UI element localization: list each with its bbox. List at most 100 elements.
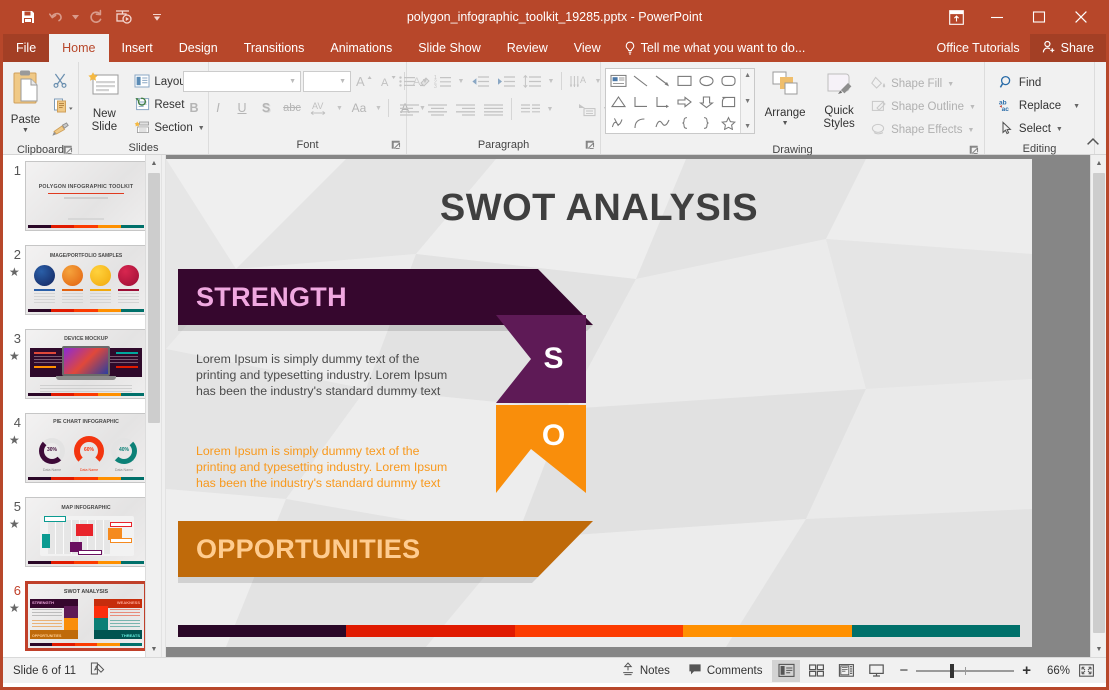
notes-button[interactable]: Notes [613,660,678,682]
decrease-indent-button[interactable] [468,70,492,92]
shape-textbox-icon[interactable] [607,70,629,91]
shapes-scroll-up-icon[interactable]: ▲ [744,71,751,80]
thumbnail-slide-4[interactable]: 4 ★ PIE CHART INFOGRAPHIC 30% 60% 40% Da… [3,407,161,491]
font-dialog-launcher-icon[interactable] [391,139,402,150]
minimize-icon[interactable] [976,2,1018,32]
text-direction-button[interactable]: A [567,70,591,92]
ribbon-display-options-icon[interactable] [936,2,976,32]
select-dropdown-icon[interactable]: ▼ [1056,126,1063,133]
tab-home[interactable]: Home [49,34,108,62]
shape-down-arrow-icon[interactable] [695,91,717,112]
zoom-knob[interactable] [950,664,954,678]
shape-oval-icon[interactable] [695,70,717,91]
thumbnail-slide-3[interactable]: 3 ★ DEVICE MOCKUP [3,323,161,407]
collapse-ribbon-button[interactable] [1086,134,1100,152]
line-spacing-dropdown-icon[interactable]: ▼ [546,70,556,92]
paste-dropdown-icon[interactable]: ▼ [22,127,29,135]
thumbnail-scroll-down-icon[interactable]: ▼ [146,641,161,657]
slide-area-scrollbar[interactable]: ▲ ▼ [1090,155,1106,657]
paragraph-dialog-launcher-icon[interactable] [585,139,596,150]
align-right-button[interactable] [452,98,478,120]
tab-review[interactable]: Review [494,34,561,62]
slide-scroll-down-icon[interactable]: ▼ [1091,641,1106,657]
shape-fill-button[interactable]: Shape Fill ▼ [867,73,980,95]
shape-line-icon[interactable] [629,70,651,91]
shape-outline-button[interactable]: Shape Outline ▼ [867,96,980,118]
font-name-dropdown-icon[interactable]: ▼ [289,78,298,85]
increase-font-size-button[interactable]: A [353,70,375,92]
shape-left-brace-icon[interactable] [673,112,695,133]
share-button[interactable]: Share [1030,34,1106,62]
bullets-button[interactable] [396,70,418,92]
account-name[interactable]: Office Tutorials [927,34,1030,62]
tab-view[interactable]: View [561,34,614,62]
line-spacing-button[interactable] [520,70,544,92]
thumbnail-scrollbar[interactable]: ▲ ▼ [145,155,161,657]
comments-button[interactable]: Comments [680,660,771,682]
font-size-input[interactable]: ▼ [303,71,351,92]
strikethrough-button[interactable]: abc [279,97,305,119]
tab-transitions[interactable]: Transitions [231,34,318,62]
align-left-button[interactable] [396,98,422,120]
reading-view-button[interactable] [832,660,860,682]
tell-me-search[interactable]: Tell me what you want to do... [614,34,816,62]
shape-elbow-arrow-icon[interactable] [651,91,673,112]
opportunities-body-text[interactable]: Lorem Ipsum is simply dummy text of the … [196,443,452,491]
select-button[interactable]: Select ▼ [995,118,1084,140]
shape-right-brace-icon[interactable] [695,112,717,133]
shape-star-icon[interactable] [717,112,739,133]
thumbnail-slide-5[interactable]: 5 ★ MAP INFOGRAPHIC [3,491,161,575]
shape-triangle-icon[interactable] [607,91,629,112]
zoom-out-button[interactable]: − [896,662,911,679]
tab-insert[interactable]: Insert [109,34,166,62]
current-slide[interactable]: SWOT ANALYSIS STRENGTH [166,159,1032,647]
shape-arrow-icon[interactable] [651,70,673,91]
replace-dropdown-icon[interactable]: ▼ [1073,103,1080,110]
font-name-input[interactable]: ▼ [183,71,301,92]
normal-view-button[interactable] [772,660,800,682]
font-size-dropdown-icon[interactable]: ▼ [339,78,348,85]
numbering-dropdown-icon[interactable]: ▼ [456,70,466,92]
clipboard-dialog-launcher-icon[interactable] [63,144,74,155]
change-case-button[interactable]: Aa [346,97,372,119]
tab-slide-show[interactable]: Slide Show [405,34,494,62]
shape-rounded-rectangle-icon[interactable] [717,70,739,91]
zoom-level[interactable]: 66% [1040,665,1070,677]
thumbnail-slide-1[interactable]: 1 POLYGON INFOGRAPHIC TOOLKIT [3,155,161,239]
change-case-dropdown-icon[interactable]: ▼ [374,97,383,119]
character-spacing-dropdown-icon[interactable]: ▼ [335,97,344,119]
shapes-gallery-scrollbar[interactable]: ▲ ▼ ▼ [740,69,754,133]
shape-arc-icon[interactable] [629,112,651,133]
underline-button[interactable]: U [231,97,253,119]
notes-page-icon[interactable] [90,661,108,680]
shape-effects-button[interactable]: Shape Effects ▼ [867,119,980,141]
columns-button[interactable] [517,98,543,120]
close-icon[interactable] [1060,2,1102,32]
zoom-track[interactable] [916,670,1014,672]
shape-right-arrow-icon[interactable] [673,91,695,112]
slide-show-button[interactable] [862,660,890,682]
thumbnail-slide-2[interactable]: 2 ★ IMAGE/PORTFOLIO SAMPLES [3,239,161,323]
shape-effects-dropdown-icon[interactable]: ▼ [968,127,975,134]
cut-button[interactable] [49,69,71,91]
zoom-slider[interactable]: − + [892,662,1038,679]
find-button[interactable]: Find [995,72,1084,94]
fit-to-window-button[interactable] [1072,660,1100,682]
slide-title[interactable]: SWOT ANALYSIS [166,187,1032,230]
bold-button[interactable]: B [183,97,205,119]
italic-button[interactable]: I [207,97,229,119]
strength-heading-box[interactable]: STRENGTH [196,269,536,325]
justify-button[interactable] [480,98,506,120]
shape-elbow-connector-icon[interactable] [629,91,651,112]
thumbnail-slide-6[interactable]: 6 ★ SWOT ANALYSIS STRENGTH WEAKNESS [3,575,161,657]
opportunities-heading-box[interactable]: OPPORTUNITIES [196,521,536,577]
new-slide-button[interactable]: New Slide [78,67,130,134]
tab-animations[interactable]: Animations [317,34,405,62]
text-shadow-button[interactable]: S [255,97,277,119]
slide-sorter-button[interactable] [802,660,830,682]
thumbnail-scroll-thumb[interactable] [148,173,160,423]
shape-outline-dropdown-icon[interactable]: ▼ [969,104,976,111]
shape-curve-icon[interactable] [651,112,673,133]
align-center-button[interactable] [424,98,450,120]
convert-smartart-button[interactable] [575,98,599,120]
